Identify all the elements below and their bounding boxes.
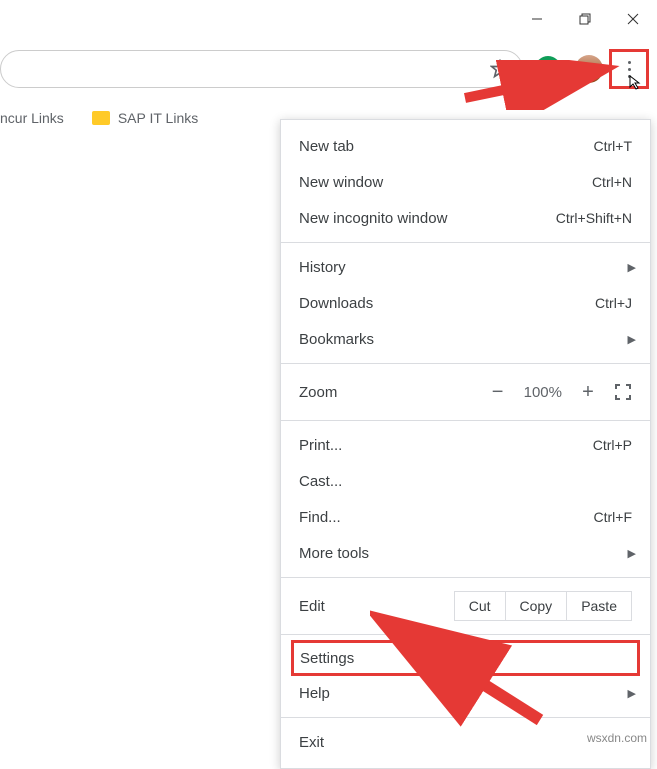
menu-item-edit: Edit Cut Copy Paste: [281, 584, 650, 628]
menu-item-settings[interactable]: Settings: [291, 640, 640, 676]
chevron-right-icon: ▶: [628, 687, 636, 700]
menu-item-new-tab[interactable]: New tab Ctrl+T: [281, 128, 650, 164]
chrome-menu: New tab Ctrl+T New window Ctrl+N New inc…: [280, 119, 651, 769]
close-button[interactable]: [609, 0, 657, 38]
minimize-button[interactable]: [513, 0, 561, 38]
bookmark-item[interactable]: SAP IT Links: [92, 110, 198, 126]
bookmark-item[interactable]: ncur Links: [0, 110, 64, 126]
fullscreen-icon[interactable]: [614, 383, 632, 401]
bookmark-star-icon[interactable]: [490, 59, 510, 79]
watermark: wsxdn.com: [587, 731, 647, 745]
paste-button[interactable]: Paste: [566, 591, 632, 621]
menu-separator: [281, 634, 650, 635]
menu-item-cast[interactable]: Cast...: [281, 463, 650, 499]
extension-icon[interactable]: off: [535, 56, 561, 82]
extension-badge: off: [551, 76, 567, 88]
cut-button[interactable]: Cut: [454, 591, 506, 621]
folder-icon: [92, 111, 110, 125]
cursor-icon: [628, 74, 644, 90]
menu-separator: [281, 717, 650, 718]
menu-item-history[interactable]: History ▶: [281, 249, 650, 285]
menu-item-more-tools[interactable]: More tools ▶: [281, 535, 650, 571]
menu-item-downloads[interactable]: Downloads Ctrl+J: [281, 285, 650, 321]
menu-item-find[interactable]: Find... Ctrl+F: [281, 499, 650, 535]
more-options-button[interactable]: [609, 49, 649, 89]
menu-separator: [281, 577, 650, 578]
window-controls: [513, 0, 657, 38]
menu-separator: [281, 420, 650, 421]
menu-item-new-window[interactable]: New window Ctrl+N: [281, 164, 650, 200]
maximize-button[interactable]: [561, 0, 609, 38]
copy-button[interactable]: Copy: [505, 591, 568, 621]
bookmarks-bar: ncur Links SAP IT Links: [0, 110, 198, 126]
menu-item-zoom: Zoom − 100% +: [281, 370, 650, 414]
browser-toolbar: off: [0, 46, 657, 92]
zoom-out-button[interactable]: −: [488, 381, 508, 404]
menu-item-bookmarks[interactable]: Bookmarks ▶: [281, 321, 650, 357]
zoom-in-button[interactable]: +: [578, 381, 598, 404]
menu-separator: [281, 363, 650, 364]
profile-avatar[interactable]: [575, 55, 603, 83]
menu-item-help[interactable]: Help ▶: [281, 675, 650, 711]
menu-separator: [281, 242, 650, 243]
address-bar[interactable]: [0, 50, 523, 88]
chevron-right-icon: ▶: [628, 547, 636, 560]
zoom-value: 100%: [524, 384, 562, 401]
menu-item-print[interactable]: Print... Ctrl+P: [281, 427, 650, 463]
menu-item-new-incognito[interactable]: New incognito window Ctrl+Shift+N: [281, 200, 650, 236]
chevron-right-icon: ▶: [628, 333, 636, 346]
chevron-right-icon: ▶: [628, 261, 636, 274]
